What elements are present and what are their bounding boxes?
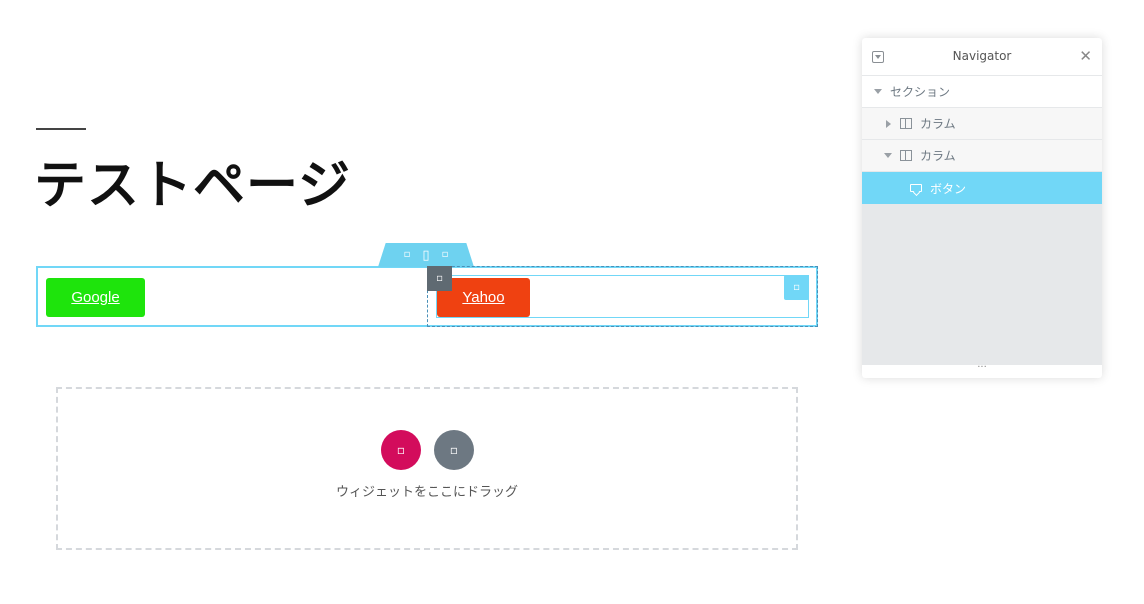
navigator-item-column-2[interactable]: カラム [862,140,1102,172]
navigator-item-label: セクション [890,85,951,99]
drop-zone-text: ウィジェットをここにドラッグ [335,485,518,500]
navigator-header[interactable]: Navigator ✕ [862,38,1102,76]
close-icon[interactable]: ▫ [442,250,449,260]
column-icon [900,150,912,161]
move-icon[interactable]: ▯ [422,249,429,262]
navigator-item-label: カラム [920,117,956,131]
add-icon[interactable]: ▫ [404,250,411,260]
button-widget-icon [910,184,922,192]
caret-right-icon[interactable] [886,119,891,128]
add-template-button[interactable]: ▫ [434,430,474,470]
navigator-resize-handle[interactable]: ··· [862,363,1102,378]
editor-canvas: テストページ ▫ ▯ ▫ Google Yahoo ▫ ▫ ▫ ▫ ウィジェット… [0,0,1144,604]
navigator-title: Navigator [952,49,1012,63]
plus-icon: ▫ [396,443,406,457]
section-handle[interactable]: ▫ ▯ ▫ [378,243,474,267]
pencil-icon[interactable]: ▫ [784,275,809,300]
navigator-item-label: カラム [920,149,956,163]
navigator-item-column-1[interactable]: カラム [862,108,1102,140]
navigator-item-label: ボタン [930,181,967,196]
title-divider [36,128,86,130]
google-button[interactable]: Google [46,278,145,317]
navigator-item-section[interactable]: セクション [862,76,1102,108]
column-icon [900,118,912,129]
folder-icon: ▫ [449,443,459,457]
caret-down-icon[interactable] [884,153,892,158]
close-icon[interactable]: ✕ [1079,47,1092,65]
navigator-panel[interactable]: Navigator ✕ セクション カラム カラム ボタン ··· [862,38,1102,378]
add-section-button[interactable]: ▫ [381,430,421,470]
caret-down-icon[interactable] [874,89,882,94]
page-title: テストページ [34,156,351,216]
navigator-item-button[interactable]: ボタン [862,172,1102,204]
column-icon[interactable]: ▫ [427,266,452,291]
empty-drop-zone[interactable] [56,387,798,550]
